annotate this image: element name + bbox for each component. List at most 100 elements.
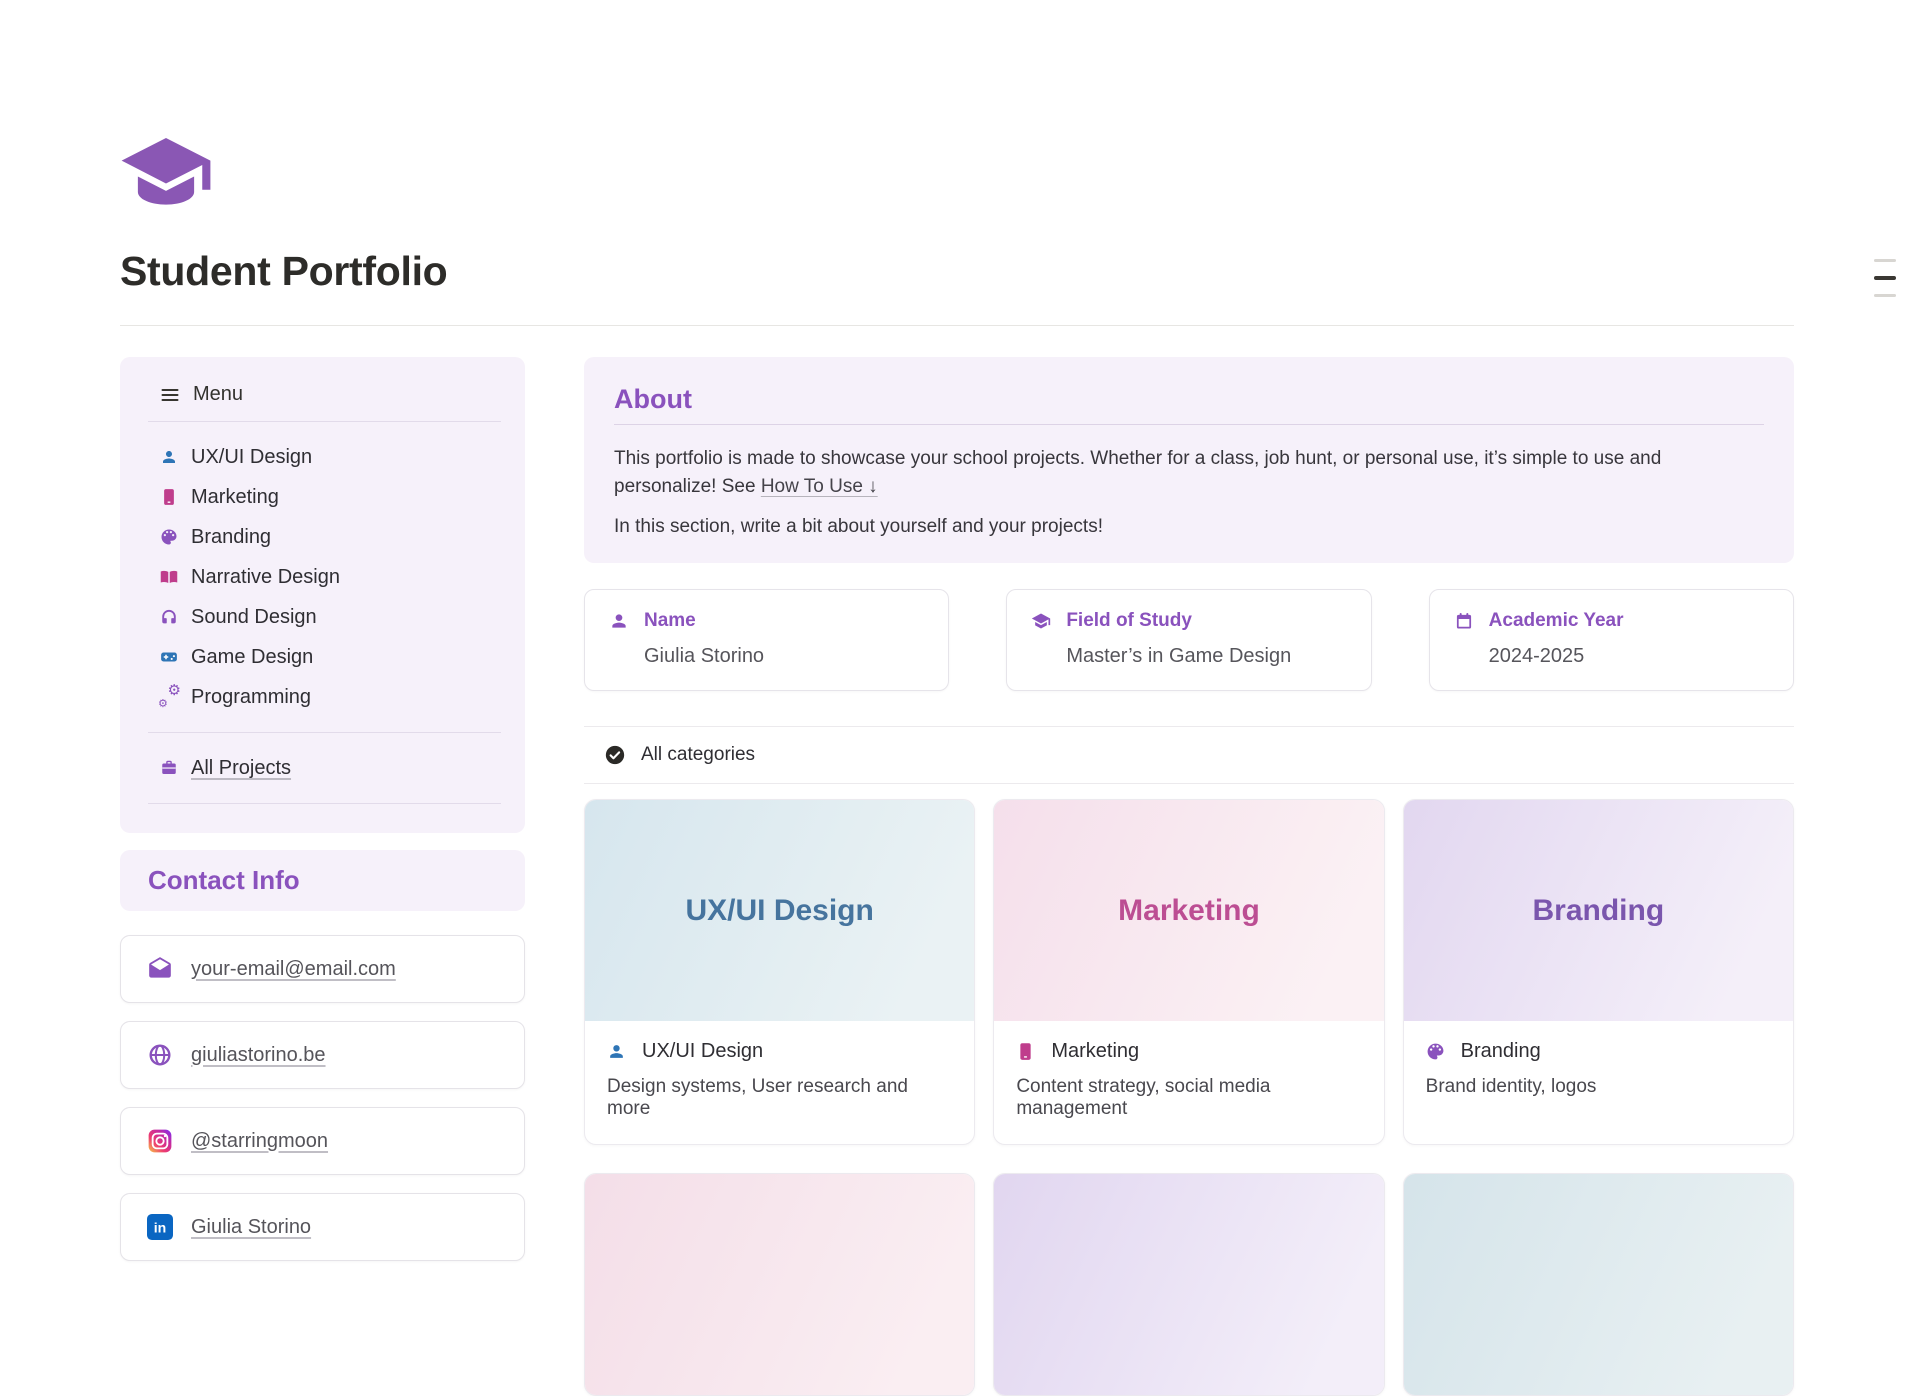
category-card-description: Content strategy, social media managemen… — [1016, 1076, 1361, 1120]
sidebar-item-label: All Projects — [191, 756, 291, 780]
page-title: Student Portfolio — [120, 248, 1794, 295]
person-icon — [160, 448, 178, 466]
sidebar-item-sound-design[interactable]: Sound Design — [148, 597, 501, 637]
contact-link-website[interactable]: giuliastorino.be — [120, 1021, 525, 1089]
sidebar: Menu UX/UI Design Marketing Branding — [120, 357, 525, 1396]
person-icon — [609, 611, 629, 631]
category-card-cover: Branding — [1404, 800, 1793, 1021]
category-card-label: Branding — [1461, 1040, 1541, 1063]
info-card-value: 2024-2025 — [1489, 645, 1769, 668]
profile-info-row: Name Giulia Storino Field of Study Maste… — [584, 589, 1794, 691]
menu-divider — [148, 803, 501, 804]
category-cards-row-2 — [584, 1173, 1794, 1396]
sidebar-item-label: Programming — [191, 685, 311, 709]
contact-info-title: Contact Info — [148, 865, 300, 895]
student-portfolio-page: Student Portfolio Menu UX/UI Design — [0, 0, 1920, 1199]
graduation-cap-icon — [1031, 611, 1051, 631]
svg-text:in: in — [154, 1219, 167, 1235]
table-of-contents-control[interactable] — [1874, 259, 1896, 297]
category-card-uxui-design[interactable]: UX/UI Design UX/UI Design Design systems… — [584, 799, 975, 1145]
toc-bar — [1874, 294, 1896, 297]
contact-link-label: your-email@email.com — [191, 958, 396, 981]
category-card-title: Marketing — [1118, 894, 1260, 928]
category-card-title: Branding — [1532, 894, 1664, 928]
info-card-header: Field of Study — [1031, 610, 1346, 632]
category-card-label-row: Branding — [1426, 1040, 1771, 1063]
info-card-header: Name — [609, 610, 924, 632]
header-divider — [120, 325, 1794, 326]
category-card-marketing[interactable]: Marketing Marketing Content strategy, so… — [993, 799, 1384, 1145]
sidebar-item-game-design[interactable]: Game Design — [148, 637, 501, 677]
about-paragraph-1: This portfolio is made to showcase your … — [614, 445, 1764, 501]
palette-icon — [160, 528, 178, 546]
main-content: About This portfolio is made to showcase… — [584, 357, 1794, 1396]
toc-bar — [1874, 259, 1896, 262]
sidebar-item-narrative-design[interactable]: Narrative Design — [148, 557, 501, 597]
open-book-icon — [160, 568, 178, 586]
category-card-body: Branding Brand identity, logos — [1404, 1021, 1793, 1122]
info-card-field-of-study: Field of Study Master’s in Game Design — [1006, 589, 1371, 691]
category-card-label-row: Marketing — [1016, 1040, 1361, 1063]
about-divider — [614, 424, 1764, 425]
contact-link-label: Giulia Storino — [191, 1216, 311, 1239]
contact-link-email[interactable]: your-email@email.com — [120, 935, 525, 1003]
category-card-partial[interactable] — [993, 1173, 1384, 1396]
category-card-partial[interactable] — [1403, 1173, 1794, 1396]
category-cards-row-1: UX/UI Design UX/UI Design Design systems… — [584, 799, 1794, 1145]
contact-link-label: @starringmoon — [191, 1130, 328, 1153]
sidebar-item-uxui-design[interactable]: UX/UI Design — [148, 437, 501, 477]
info-card-value: Giulia Storino — [644, 645, 924, 668]
menu-card: Menu UX/UI Design Marketing Branding — [120, 357, 525, 833]
person-icon — [607, 1042, 626, 1061]
calendar-icon — [1454, 611, 1474, 631]
instagram-icon — [147, 1128, 173, 1154]
sidebar-item-label: Narrative Design — [191, 565, 340, 589]
contact-link-instagram[interactable]: @starringmoon — [120, 1107, 525, 1175]
category-card-label: Marketing — [1051, 1040, 1139, 1063]
globe-icon — [147, 1042, 173, 1068]
check-circle-icon — [604, 744, 626, 766]
briefcase-icon — [160, 759, 178, 777]
menu-title: Menu — [193, 383, 243, 406]
category-card-description: Brand identity, logos — [1426, 1076, 1771, 1098]
category-card-label: UX/UI Design — [642, 1040, 763, 1063]
info-card-label: Name — [644, 610, 696, 632]
gears-icon: ⚙⚙ — [160, 688, 178, 706]
smartphone-icon — [160, 488, 178, 506]
all-categories-filter[interactable]: All categories — [584, 726, 1794, 784]
category-card-partial[interactable] — [584, 1173, 975, 1396]
sidebar-item-label: Branding — [191, 525, 271, 549]
category-card-cover — [1404, 1174, 1793, 1395]
category-card-branding[interactable]: Branding Branding Brand identity, logos — [1403, 799, 1794, 1145]
sidebar-item-programming[interactable]: ⚙⚙ Programming — [148, 677, 501, 717]
sidebar-item-branding[interactable]: Branding — [148, 517, 501, 557]
how-to-use-link[interactable]: How To Use ↓ — [761, 476, 878, 497]
category-card-body: UX/UI Design Design systems, User resear… — [585, 1021, 974, 1144]
graduation-cap-icon — [120, 138, 1794, 212]
palette-icon — [1426, 1042, 1445, 1061]
category-card-cover — [994, 1174, 1383, 1395]
info-card-name: Name Giulia Storino — [584, 589, 949, 691]
info-card-value: Master’s in Game Design — [1066, 645, 1346, 668]
category-card-body: Marketing Content strategy, social media… — [994, 1021, 1383, 1144]
category-card-cover: UX/UI Design — [585, 800, 974, 1021]
filter-label: All categories — [641, 744, 755, 766]
about-section: About This portfolio is made to showcase… — [584, 357, 1794, 563]
headphones-icon — [160, 608, 178, 626]
about-paragraph-2: In this section, write a bit about yours… — [614, 513, 1764, 541]
sidebar-item-marketing[interactable]: Marketing — [148, 477, 501, 517]
menu-divider — [148, 421, 501, 422]
menu-header: Menu — [148, 383, 501, 406]
category-card-description: Design systems, User research and more — [607, 1076, 952, 1120]
contact-link-linkedin[interactable]: in Giulia Storino — [120, 1193, 525, 1261]
contact-info-header: Contact Info — [120, 850, 525, 911]
category-card-cover: Marketing — [994, 800, 1383, 1021]
info-card-header: Academic Year — [1454, 610, 1769, 632]
gamepad-icon — [160, 648, 178, 666]
sidebar-item-all-projects[interactable]: All Projects — [148, 748, 501, 788]
category-card-title: UX/UI Design — [685, 894, 873, 928]
info-card-academic-year: Academic Year 2024-2025 — [1429, 589, 1794, 691]
info-card-label: Field of Study — [1066, 610, 1192, 632]
smartphone-icon — [1016, 1042, 1035, 1061]
category-card-label-row: UX/UI Design — [607, 1040, 952, 1063]
